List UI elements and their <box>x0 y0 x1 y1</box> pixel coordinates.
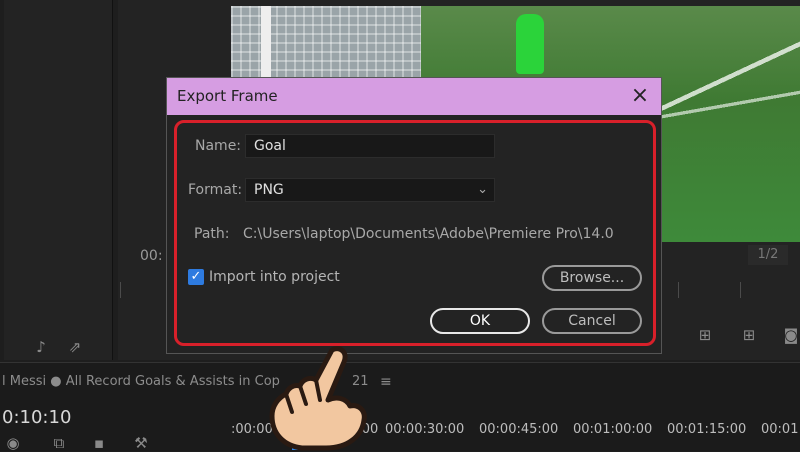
close-icon[interactable]: × <box>625 81 655 111</box>
format-select[interactable]: PNG ⌄ <box>245 178 495 202</box>
left-panel <box>4 0 113 360</box>
name-input[interactable]: Goal <box>245 134 495 158</box>
wrench-icon[interactable]: ⚒ <box>130 434 152 452</box>
path-value: C:\Users\laptop\Documents\Adobe\Premiere… <box>243 226 614 242</box>
ruler-label: 00:00:45:00 <box>479 422 559 437</box>
sequence-tab[interactable]: l Messi ● All Record Goals & Assists in … <box>2 374 280 389</box>
music-icon[interactable]: ♪ <box>30 338 52 356</box>
ruler-label: 00:00:30:00 <box>385 422 465 437</box>
ruler-label: 00:01:00:00 <box>573 422 653 437</box>
ruler-label: 00:01 <box>761 422 799 437</box>
export-icon[interactable]: ⇗ <box>64 338 86 356</box>
export-frame-dialog: Export Frame × Name: Goal Format: PNG ⌄ … <box>166 77 662 354</box>
import-checkbox[interactable]: ✓ <box>188 269 204 285</box>
marker-icon[interactable]: ▪ <box>88 434 110 452</box>
format-label: Format: <box>188 182 243 198</box>
browse-button[interactable]: Browse... <box>542 265 642 291</box>
dialog-title: Export Frame <box>177 87 278 105</box>
goalkeeper-image <box>516 14 544 74</box>
camera-icon[interactable]: ◙ <box>780 326 800 344</box>
format-value: PNG <box>254 182 284 198</box>
linked-selection-icon[interactable]: ⧉ <box>48 434 70 452</box>
sequence-tab-label: l Messi ● All Record Goals & Assists in … <box>2 374 280 389</box>
dialog-titlebar[interactable]: Export Frame × <box>167 78 661 115</box>
ok-button[interactable]: OK <box>430 308 530 334</box>
overwrite-icon[interactable]: ⊞ <box>738 326 760 344</box>
sequence-timecode[interactable]: 0:10:10 <box>2 407 71 428</box>
page-indicator[interactable]: 1/2 <box>748 245 788 265</box>
cancel-button[interactable]: Cancel <box>542 308 642 334</box>
monitor-timecode: 00: <box>140 248 163 264</box>
ruler-label: 00:01:15:00 <box>667 422 747 437</box>
chevron-down-icon: ⌄ <box>477 182 488 197</box>
insert-icon[interactable]: ⊞ <box>694 326 716 344</box>
snap-icon[interactable]: ◉ <box>2 434 24 452</box>
pointing-hand-icon <box>269 346 367 451</box>
path-label: Path: <box>194 226 230 242</box>
name-label: Name: <box>195 138 242 154</box>
import-checkbox-label[interactable]: Import into project <box>209 269 340 285</box>
